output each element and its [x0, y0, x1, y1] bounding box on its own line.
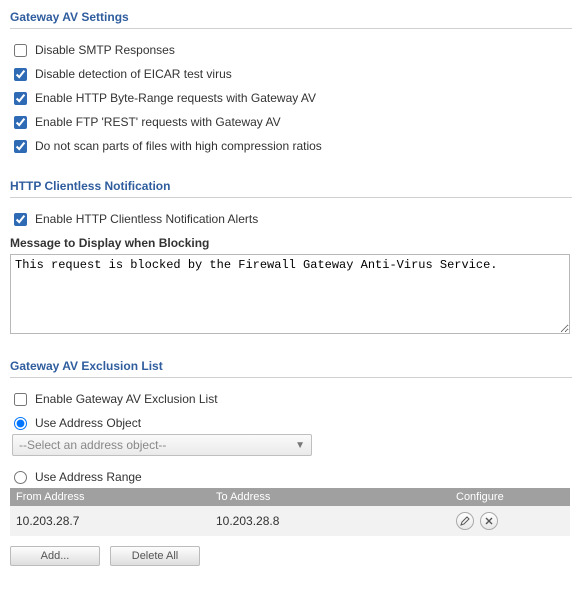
radio-use-address-object[interactable] — [14, 417, 27, 430]
col-configure: Configure — [450, 488, 570, 506]
label-use-address-object: Use Address Object — [35, 416, 141, 430]
delete-all-button[interactable]: Delete All — [110, 546, 200, 566]
checkbox-ftp-rest[interactable] — [14, 116, 27, 129]
label-disable-eicar: Disable detection of EICAR test virus — [35, 67, 232, 81]
add-button[interactable]: Add... — [10, 546, 100, 566]
label-use-address-range: Use Address Range — [35, 470, 142, 484]
label-skip-compression: Do not scan parts of files with high com… — [35, 139, 322, 153]
cell-from-address: 10.203.28.7 — [10, 506, 210, 536]
label-http-byterange: Enable HTTP Byte-Range requests with Gat… — [35, 91, 316, 105]
label-message-blocking: Message to Display when Blocking — [10, 236, 572, 250]
checkbox-enable-exclusion[interactable] — [14, 393, 27, 406]
delete-icon[interactable] — [480, 512, 498, 530]
label-disable-smtp: Disable SMTP Responses — [35, 43, 175, 57]
address-range-table: From Address To Address Configure 10.203… — [10, 488, 570, 536]
checkbox-enable-clientless-alerts[interactable] — [14, 213, 27, 226]
select-address-object[interactable]: --Select an address object-- ▼ — [12, 434, 312, 456]
section-title-clientless: HTTP Clientless Notification — [10, 179, 572, 198]
col-to-address: To Address — [210, 488, 450, 506]
edit-icon[interactable] — [456, 512, 474, 530]
checkbox-disable-eicar[interactable] — [14, 68, 27, 81]
select-address-object-value: --Select an address object-- — [19, 438, 166, 452]
table-row: 10.203.28.7 10.203.28.8 — [10, 506, 570, 536]
checkbox-disable-smtp[interactable] — [14, 44, 27, 57]
checkbox-skip-compression[interactable] — [14, 140, 27, 153]
section-title-av-settings: Gateway AV Settings — [10, 10, 572, 29]
label-enable-clientless-alerts: Enable HTTP Clientless Notification Aler… — [35, 212, 258, 226]
chevron-down-icon: ▼ — [295, 440, 305, 451]
checkbox-http-byterange[interactable] — [14, 92, 27, 105]
col-from-address: From Address — [10, 488, 210, 506]
textarea-blocking-message[interactable] — [10, 254, 570, 334]
cell-to-address: 10.203.28.8 — [210, 506, 450, 536]
label-ftp-rest: Enable FTP 'REST' requests with Gateway … — [35, 115, 281, 129]
section-title-exclusion: Gateway AV Exclusion List — [10, 359, 572, 378]
radio-use-address-range[interactable] — [14, 471, 27, 484]
label-enable-exclusion: Enable Gateway AV Exclusion List — [35, 392, 218, 406]
